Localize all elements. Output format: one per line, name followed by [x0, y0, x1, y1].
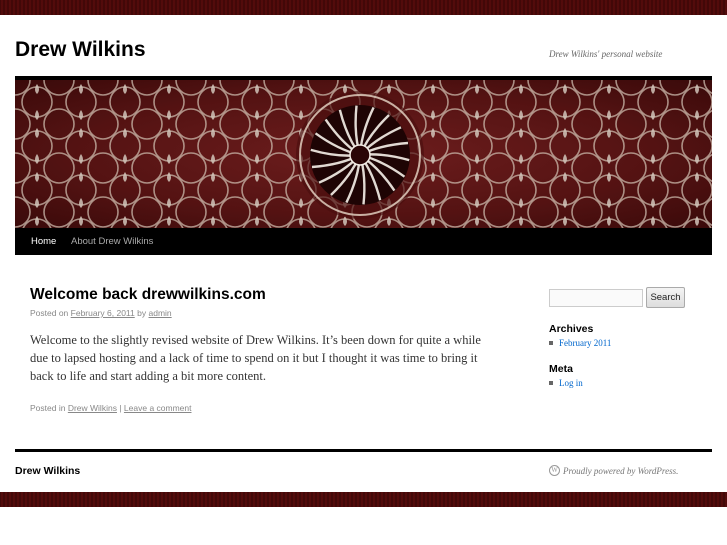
footer-divider — [15, 449, 712, 452]
leave-comment-link[interactable]: Leave a comment — [124, 403, 192, 413]
utility-separator: | — [119, 403, 122, 413]
square-bullet-icon — [549, 340, 553, 345]
archives-widget-title: Archives — [549, 323, 594, 335]
category-link[interactable]: Drew Wilkins — [68, 403, 117, 413]
archives-list-item: February 2011 — [549, 338, 611, 348]
posted-on-label: Posted on — [30, 308, 69, 318]
search-button[interactable]: Search — [646, 287, 685, 308]
header-banner-image — [15, 80, 712, 228]
post-date-link[interactable]: February 6, 2011 — [71, 308, 135, 318]
archive-link-february-2011[interactable]: February 2011 — [559, 338, 611, 348]
post-title[interactable]: Welcome back drewwilkins.com — [30, 286, 266, 304]
footer-credit-text: Proudly powered by WordPress. — [563, 466, 679, 476]
log-in-link[interactable]: Log in — [559, 378, 583, 388]
meta-list-item: Log in — [549, 378, 583, 388]
square-bullet-icon — [549, 380, 553, 385]
posted-in-label: Posted in — [30, 403, 66, 413]
site-title[interactable]: Drew Wilkins — [15, 38, 146, 62]
site-description: Drew Wilkins' personal website — [549, 49, 663, 59]
by-label: by — [137, 308, 147, 318]
footer-credit-link[interactable]: W Proudly powered by WordPress. — [549, 465, 679, 477]
wordpress-icon: W — [549, 465, 560, 477]
post-utility: Posted in Drew Wilkins | Leave a comment — [30, 403, 192, 413]
post-meta: Posted on February 6, 2011 by admin — [30, 308, 172, 318]
main-navigation: Home About Drew Wilkins — [15, 228, 712, 255]
search-input[interactable] — [549, 289, 643, 307]
top-decorative-strip — [0, 0, 727, 15]
nav-item-about[interactable]: About Drew Wilkins — [63, 228, 161, 255]
nav-item-home[interactable]: Home — [23, 228, 64, 255]
bottom-decorative-strip — [0, 492, 727, 507]
post-author-link[interactable]: admin — [149, 308, 172, 318]
meta-widget-title: Meta — [549, 363, 573, 375]
footer-site-title[interactable]: Drew Wilkins — [15, 465, 80, 477]
post-content: Welcome to the slightly revised website … — [30, 333, 481, 383]
